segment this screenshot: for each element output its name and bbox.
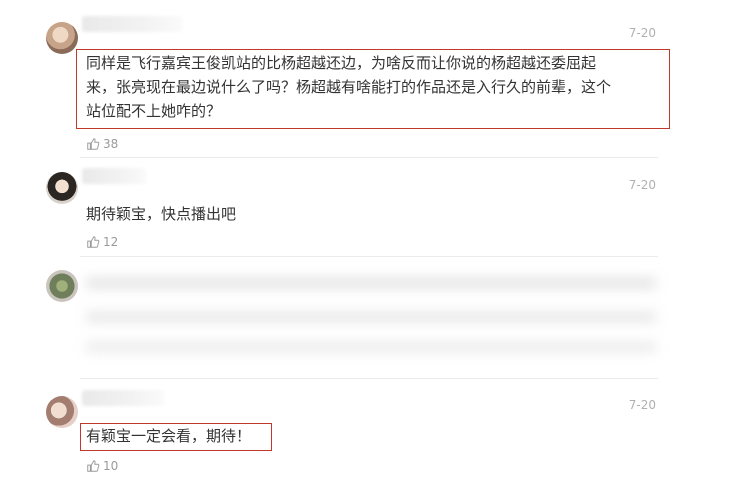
like-button[interactable]: 12	[86, 235, 118, 249]
comment-text-line: 同样是飞行嘉宾王俊凯站的比杨超越还边，为啥反而让你说的杨超越还委屈起	[86, 54, 597, 72]
username-blurred[interactable]	[82, 16, 182, 32]
like-button[interactable]: 38	[86, 137, 118, 151]
comment-date: 7-20	[628, 398, 656, 412]
like-button[interactable]: 10	[86, 459, 118, 473]
avatar[interactable]	[46, 22, 78, 54]
like-count: 38	[103, 137, 119, 151]
comment-text: 期待颖宝，快点播出吧	[86, 205, 237, 223]
blurred-comment-content	[86, 264, 656, 362]
divider	[80, 378, 658, 379]
comment-text-line: 站位配不上她咋的？	[86, 102, 222, 120]
comment-date: 7-20	[628, 26, 656, 40]
avatar[interactable]	[46, 172, 78, 204]
username-blurred[interactable]	[82, 168, 146, 184]
thumbs-up-icon	[87, 236, 100, 248]
comment-text-line: 来，张亮现在最边说什么了吗？杨超越有啥能打的作品还是入行久的前辈，这个	[86, 78, 612, 96]
like-count: 12	[103, 235, 119, 249]
comment-text: 同样是飞行嘉宾王俊凯站的比杨超越还边，为啥反而让你说的杨超越还委屈起 来，张亮现…	[86, 51, 611, 123]
comment-text: 有颖宝一定会看，期待！	[86, 427, 252, 445]
username-blurred[interactable]	[82, 390, 164, 406]
divider	[80, 157, 658, 158]
like-count: 10	[103, 459, 119, 473]
thumbs-up-icon	[87, 460, 100, 472]
avatar[interactable]	[46, 396, 78, 428]
comment-date: 7-20	[628, 178, 656, 192]
divider	[80, 256, 658, 257]
thumbs-up-icon	[87, 138, 100, 150]
avatar[interactable]	[46, 270, 78, 302]
